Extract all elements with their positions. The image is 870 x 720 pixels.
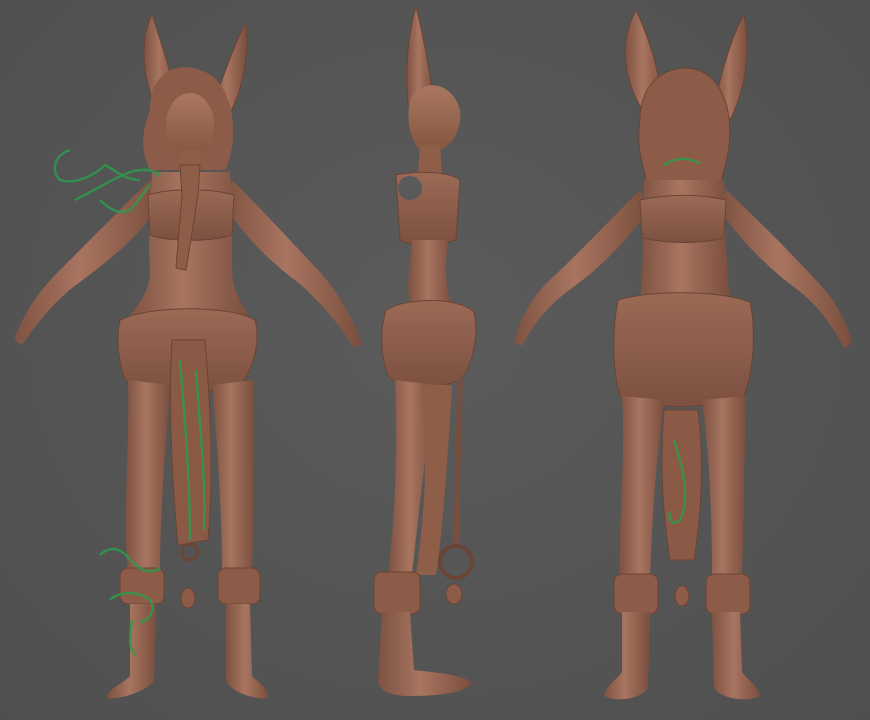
back-chest-wrap	[639, 195, 727, 243]
back-right-leg-wrap	[705, 573, 751, 615]
back-left-shin	[604, 612, 650, 700]
side-view-figure[interactable]	[373, 5, 477, 696]
front-view-figure[interactable]	[14, 12, 362, 699]
side-leg-wrap	[373, 571, 421, 615]
ring-ornament	[180, 542, 200, 562]
side-waist	[408, 240, 452, 305]
right-shin	[226, 604, 269, 699]
back-hanging-cloth	[661, 409, 702, 561]
side-neck	[418, 145, 442, 175]
side-foot	[378, 612, 472, 696]
back-sash	[613, 292, 754, 407]
side-ring-ornament	[438, 544, 474, 580]
back-bell-ornament	[674, 585, 690, 607]
side-bell-ornament	[445, 583, 463, 605]
back-left-leg	[619, 396, 664, 578]
3d-viewport[interactable]	[0, 0, 870, 720]
back-view-figure[interactable]	[514, 8, 852, 700]
left-leg	[125, 380, 170, 570]
side-head	[408, 85, 461, 150]
left-leg-wrap	[119, 567, 165, 605]
model-render-canvas	[14, 5, 852, 700]
right-leg-wrap	[217, 567, 261, 605]
side-shoulder-hole	[398, 176, 422, 200]
back-left-leg-wrap	[613, 573, 659, 615]
side-sash	[381, 300, 477, 388]
bell-ornament	[180, 587, 196, 609]
back-right-leg	[702, 396, 746, 578]
back-right-shin	[712, 612, 760, 700]
side-hanging-cord	[453, 379, 463, 546]
face	[166, 93, 214, 157]
right-leg	[212, 380, 254, 570]
